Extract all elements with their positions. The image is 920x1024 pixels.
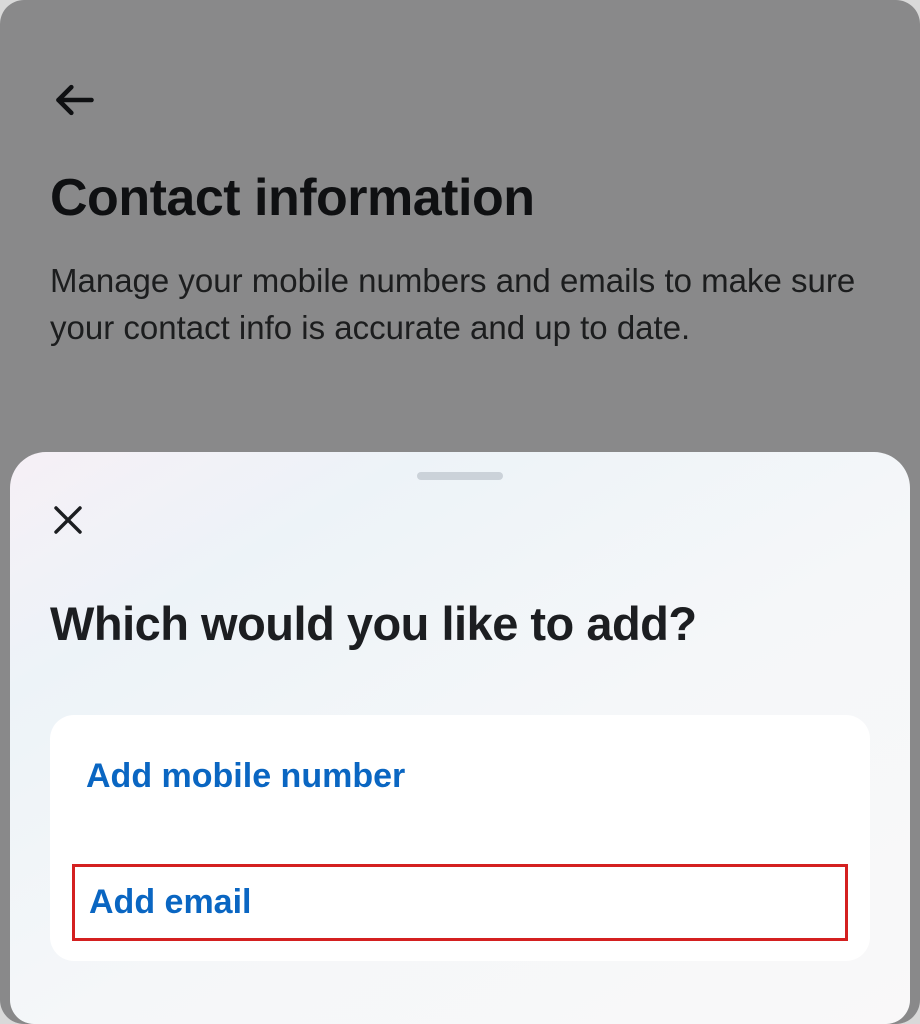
drag-handle[interactable] — [417, 472, 503, 480]
option-label: Add mobile number — [86, 757, 405, 795]
spacer — [50, 818, 870, 832]
sheet-title: Which would you like to add? — [50, 596, 870, 651]
add-mobile-number-option[interactable]: Add mobile number — [50, 735, 870, 818]
options-card: Add mobile number Add email — [50, 715, 870, 961]
option-label: Add email — [89, 883, 251, 921]
bottom-sheet: Which would you like to add? Add mobile … — [10, 452, 910, 1024]
add-email-option[interactable]: Add email — [72, 864, 848, 941]
close-button[interactable] — [48, 500, 88, 540]
close-icon — [50, 502, 86, 538]
